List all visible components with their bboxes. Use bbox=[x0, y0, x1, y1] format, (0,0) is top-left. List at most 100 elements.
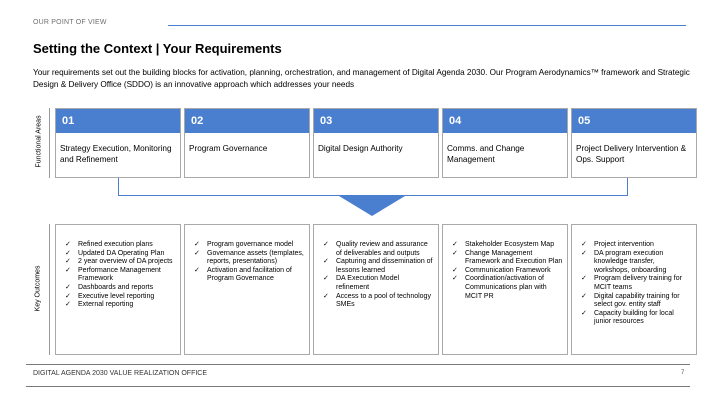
check-icon: ✓ bbox=[581, 309, 587, 317]
outcome-item: ✓ External reporting bbox=[65, 301, 176, 310]
outcome-item-text: Capturing and dissemination of lessons l… bbox=[336, 258, 433, 274]
outcome-item-text: DA program execution knowledge transfer,… bbox=[594, 249, 667, 274]
outcome-item: ✓ Change Management Framework and Executi… bbox=[452, 250, 563, 267]
outcome-item-text: Program governance model bbox=[207, 241, 294, 248]
check-icon: ✓ bbox=[194, 249, 200, 257]
outcome-item-text: Capacity building for local junior resou… bbox=[594, 309, 674, 326]
outcome-item: ✓ Project intervention bbox=[581, 241, 692, 250]
page-number: 7 bbox=[681, 370, 685, 376]
footer-divider-bottom bbox=[26, 386, 690, 387]
outcome-box-5: ✓ Project intervention ✓ DA program executi… bbox=[571, 224, 697, 355]
check-icon: ✓ bbox=[65, 266, 71, 274]
outcome-list: ✓ Refined execution plans ✓ Updated DA Oper… bbox=[65, 241, 176, 310]
check-icon: ✓ bbox=[65, 283, 71, 291]
outcome-item: ✓ 2 year overview of DA projects bbox=[65, 258, 176, 267]
area-title: Strategy Execution, Monitoring and Refin… bbox=[60, 144, 172, 164]
outcome-item: ✓ Dashboards and reports bbox=[65, 284, 176, 293]
outcome-item-text: Stakeholder Ecosystem Map bbox=[465, 241, 555, 248]
outcome-item: ✓ DA program execution knowledge transfer… bbox=[581, 250, 692, 276]
functional-area-1: 01 Strategy Execution, Monitoring and Re… bbox=[55, 108, 181, 178]
outcome-item-text: Refined execution plans bbox=[78, 241, 153, 248]
functional-areas-label: Functional Areas bbox=[35, 115, 43, 168]
check-icon: ✓ bbox=[65, 241, 71, 248]
area-title: Comms. and Change Management bbox=[447, 144, 525, 164]
outcome-item-text: Quality review and assurance of delivera… bbox=[336, 241, 428, 257]
outcome-item-text: Access to a pool of technology SMEs bbox=[336, 292, 431, 309]
check-icon: ✓ bbox=[323, 275, 329, 283]
header-divider bbox=[168, 25, 686, 26]
check-icon: ✓ bbox=[452, 266, 458, 274]
outcome-item-text: Coordination/activation of Communication… bbox=[465, 275, 547, 300]
check-icon: ✓ bbox=[581, 241, 587, 248]
outcome-item: ✓ Coordination/activation of Communicatio… bbox=[452, 275, 563, 301]
outcome-item-text: Communication Framework bbox=[465, 266, 551, 274]
area-number: 03 bbox=[314, 109, 438, 133]
outcome-item: ✓ Stakeholder Ecosystem Map bbox=[452, 241, 563, 250]
outcome-list: ✓ Quality review and assurance of deliver… bbox=[323, 241, 434, 310]
footer-divider-top bbox=[26, 364, 690, 365]
check-icon: ✓ bbox=[323, 292, 329, 300]
key-outcomes-label: Key Outcomes bbox=[34, 265, 42, 312]
outcome-item: ✓ Performance Management Framework bbox=[65, 267, 176, 284]
functional-area-4: 04 Comms. and Change Management bbox=[442, 108, 568, 178]
check-icon: ✓ bbox=[65, 249, 71, 257]
footer-text: DIGITAL AGENDA 2030 VALUE REALIZATION OF… bbox=[33, 370, 208, 377]
outcome-item-text: Program delivery training for MCIT teams bbox=[594, 275, 682, 291]
area-title: Program Governance bbox=[189, 144, 268, 153]
check-icon: ✓ bbox=[581, 249, 587, 257]
outcome-item: ✓ Program delivery training for MCIT team… bbox=[581, 275, 692, 292]
outcome-item-text: Change Management Framework and Executio… bbox=[465, 249, 563, 266]
outcome-item-text: DA Execution Model refinement bbox=[336, 275, 400, 291]
outcome-item-text: 2 year overview of DA projects bbox=[78, 258, 173, 266]
area-number: 05 bbox=[572, 109, 696, 133]
page-title: Setting the Context | Your Requirements bbox=[33, 41, 282, 56]
functional-area-5: 05 Project Delivery Intervention & Ops. … bbox=[571, 108, 697, 178]
outcome-item-text: Governance assets (templates, reports, p… bbox=[207, 249, 304, 266]
outcome-list: ✓ Stakeholder Ecosystem Map ✓ Change Manage… bbox=[452, 241, 563, 301]
check-icon: ✓ bbox=[323, 258, 329, 266]
outcome-item-text: Updated DA Operating Plan bbox=[78, 249, 165, 257]
outcome-item: ✓ Activation and facilitation of Program … bbox=[194, 267, 305, 284]
outcome-item: ✓ Program governance model bbox=[194, 241, 305, 250]
check-icon: ✓ bbox=[452, 275, 458, 283]
check-icon: ✓ bbox=[452, 241, 458, 248]
outcome-item-text: Performance Management Framework bbox=[78, 266, 161, 283]
check-icon: ✓ bbox=[65, 292, 71, 300]
outcome-item: ✓ Quality review and assurance of deliver… bbox=[323, 241, 434, 258]
outcome-item: ✓ Communication Framework bbox=[452, 267, 563, 276]
area-number: 01 bbox=[56, 109, 180, 133]
check-icon: ✓ bbox=[581, 292, 587, 300]
check-icon: ✓ bbox=[65, 258, 71, 266]
functional-area-2: 02 Program Governance bbox=[184, 108, 310, 178]
functional-area-3: 03 Digital Design Authority bbox=[313, 108, 439, 178]
down-arrow-icon bbox=[339, 196, 405, 216]
outcome-item-text: Project intervention bbox=[594, 241, 654, 248]
outcome-item-text: Executive level reporting bbox=[78, 292, 155, 300]
outcome-item: ✓ Capturing and dissemination of lessons … bbox=[323, 258, 434, 275]
outcome-item: ✓ Refined execution plans bbox=[65, 241, 176, 250]
check-icon: ✓ bbox=[194, 266, 200, 274]
check-icon: ✓ bbox=[194, 241, 200, 248]
area-number: 04 bbox=[443, 109, 567, 133]
check-icon: ✓ bbox=[581, 275, 587, 283]
outcome-box-4: ✓ Stakeholder Ecosystem Map ✓ Change Manage… bbox=[442, 224, 568, 355]
check-icon: ✓ bbox=[323, 241, 329, 248]
outcome-item-text: External reporting bbox=[78, 301, 134, 309]
intro-text: Your requirements set out the building b… bbox=[33, 68, 690, 89]
outcome-item: ✓ Governance assets (templates, reports, … bbox=[194, 250, 305, 267]
functional-areas-rule bbox=[49, 108, 50, 178]
outcome-box-1: ✓ Refined execution plans ✓ Updated DA Oper… bbox=[55, 224, 181, 355]
check-icon: ✓ bbox=[452, 249, 458, 257]
outcome-item: ✓ Executive level reporting bbox=[65, 293, 176, 302]
outcome-item: ✓ Updated DA Operating Plan bbox=[65, 250, 176, 259]
area-title: Digital Design Authority bbox=[318, 144, 403, 153]
outcome-box-2: ✓ Program governance model ✓ Governance ass… bbox=[184, 224, 310, 355]
outcome-list: ✓ Program governance model ✓ Governance ass… bbox=[194, 241, 305, 284]
section-label: OUR POINT OF VIEW bbox=[33, 19, 107, 26]
outcome-item: ✓ DA Execution Model refinement bbox=[323, 275, 434, 292]
key-outcomes-rule bbox=[49, 224, 50, 355]
bracket-connector bbox=[118, 178, 628, 196]
outcome-item: ✓ Capacity building for local junior reso… bbox=[581, 310, 692, 327]
check-icon: ✓ bbox=[65, 301, 71, 309]
outcome-list: ✓ Project intervention ✓ DA program executi… bbox=[581, 241, 692, 327]
